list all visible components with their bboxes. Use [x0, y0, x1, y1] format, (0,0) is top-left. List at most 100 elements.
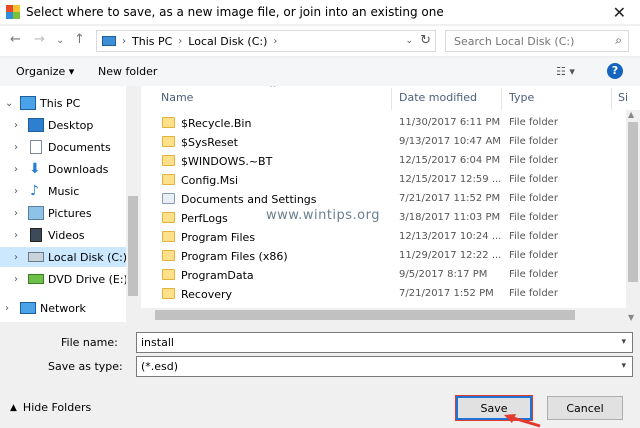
- column-divider[interactable]: [611, 88, 612, 110]
- expand-chevron-icon[interactable]: ›: [5, 303, 9, 314]
- file-type: File folder: [509, 269, 558, 280]
- chevron-up-icon: ▲: [10, 402, 17, 413]
- file-name-dropdown-chevron-icon[interactable]: ▾: [621, 337, 626, 347]
- nav-item-music[interactable]: › ♪ Music: [0, 181, 126, 201]
- folder-icon: [162, 117, 175, 128]
- file-row[interactable]: PerfLogs 3/18/2017 11:03 PM File folder: [157, 209, 617, 228]
- nav-item-label: This PC: [40, 96, 81, 110]
- folder-icon: [162, 155, 175, 166]
- nav-item-documents[interactable]: › Documents: [0, 137, 126, 157]
- save-as-type-label: Save as type:: [48, 360, 123, 373]
- refresh-icon[interactable]: ↻: [420, 33, 431, 48]
- nav-item-label: Documents: [48, 140, 111, 154]
- file-type: File folder: [509, 117, 558, 128]
- help-icon[interactable]: ?: [607, 63, 623, 79]
- annotation-arrow-icon: [504, 414, 541, 428]
- horizontal-scrollbar-thumb[interactable]: [155, 310, 575, 320]
- breadcrumb-chevron-icon[interactable]: ›: [178, 36, 182, 47]
- column-header-date[interactable]: Date modified: [399, 91, 477, 104]
- nav-item-label: Videos: [48, 228, 85, 242]
- file-row[interactable]: $WINDOWS.~BT 12/15/2017 6:04 PM File folde…: [157, 152, 617, 171]
- file-list-vertical-scrollbar[interactable]: ▲ ▼: [626, 110, 640, 322]
- file-type: File folder: [509, 136, 558, 147]
- save-as-type-value: (*.esd): [141, 360, 179, 373]
- breadcrumb-local-disk[interactable]: Local Disk (C:): [188, 35, 267, 48]
- column-header-size[interactable]: Si: [618, 91, 628, 104]
- search-box[interactable]: ⌕: [445, 30, 629, 52]
- search-icon[interactable]: ⌕: [615, 33, 622, 48]
- file-name: Documents and Settings: [181, 193, 317, 206]
- nav-item-this-pc[interactable]: ⌄ This PC: [0, 93, 126, 113]
- nav-item-pictures[interactable]: › Pictures: [0, 203, 126, 223]
- collapse-chevron-icon[interactable]: ⌄: [5, 98, 13, 109]
- new-folder-button[interactable]: New folder: [98, 65, 157, 78]
- desktop-icon: [28, 118, 44, 132]
- close-icon[interactable]: ✕: [613, 3, 626, 22]
- file-row[interactable]: $SysReset 9/13/2017 10:47 AM File folder: [157, 133, 617, 152]
- search-input[interactable]: [454, 31, 614, 51]
- nav-item-desktop[interactable]: › Desktop: [0, 115, 126, 135]
- forward-arrow-icon[interactable]: →: [34, 32, 45, 47]
- scroll-down-icon[interactable]: ▼: [628, 313, 634, 322]
- nav-item-local-disk[interactable]: › Local Disk (C:): [0, 247, 126, 267]
- back-arrow-icon[interactable]: ←: [10, 32, 21, 47]
- expand-chevron-icon[interactable]: ›: [14, 186, 18, 197]
- pictures-icon: [28, 206, 44, 220]
- recent-locations-chevron-icon[interactable]: ⌄: [56, 35, 64, 46]
- view-options-icon[interactable]: ☷ ▾: [556, 65, 575, 78]
- nav-scrollbar[interactable]: [126, 86, 140, 322]
- breadcrumb-chevron-icon[interactable]: ›: [122, 36, 126, 47]
- nav-item-dvd-drive[interactable]: › DVD Drive (E:) C(: [0, 269, 126, 289]
- address-bar[interactable]: › This PC › Local Disk (C:) › ⌄ ↻: [96, 30, 436, 52]
- vertical-scrollbar-thumb[interactable]: [628, 122, 638, 282]
- file-row[interactable]: Recovery 7/21/2017 1:52 PM File folder: [157, 285, 617, 304]
- file-name: Program Files: [181, 231, 256, 244]
- documents-icon: [30, 140, 42, 154]
- folder-icon: [162, 250, 175, 261]
- cancel-button[interactable]: Cancel: [547, 396, 623, 420]
- address-dropdown-chevron-icon[interactable]: ⌄: [405, 36, 413, 46]
- expand-chevron-icon[interactable]: ›: [14, 164, 18, 175]
- file-row[interactable]: $Recycle.Bin 11/30/2017 6:11 PM File folde…: [157, 114, 617, 133]
- file-name-field[interactable]: ▾: [136, 332, 633, 353]
- nav-scrollbar-thumb[interactable]: [128, 196, 138, 296]
- file-row[interactable]: Documents and Settings 7/21/2017 11:52 PM…: [157, 190, 617, 209]
- column-divider[interactable]: [501, 88, 502, 110]
- expand-chevron-icon[interactable]: ›: [14, 120, 18, 131]
- computer-icon: [20, 96, 36, 110]
- nav-item-videos[interactable]: › Videos: [0, 225, 126, 245]
- organize-button[interactable]: Organize ▾: [16, 65, 74, 78]
- file-date: 7/21/2017 11:52 PM: [399, 193, 501, 204]
- expand-chevron-icon[interactable]: ›: [14, 252, 18, 263]
- column-header-type[interactable]: Type: [509, 91, 534, 104]
- file-date: 9/13/2017 10:47 AM: [399, 136, 501, 147]
- column-divider[interactable]: [391, 88, 392, 110]
- file-name-input[interactable]: [141, 333, 611, 352]
- save-as-type-select[interactable]: (*.esd) ▾: [136, 356, 633, 377]
- file-list-horizontal-scrollbar[interactable]: [141, 308, 626, 322]
- breadcrumb-this-pc[interactable]: This PC: [132, 35, 172, 48]
- nav-item-label: Desktop: [48, 118, 94, 132]
- file-row[interactable]: Program Files 12/13/2017 10:24 ... File fo…: [157, 228, 617, 247]
- nav-item-downloads[interactable]: › ⬇ Downloads: [0, 159, 126, 179]
- folder-icon: [162, 288, 175, 299]
- up-arrow-icon[interactable]: ↑: [74, 32, 85, 47]
- expand-chevron-icon[interactable]: ›: [14, 142, 18, 153]
- file-row[interactable]: ProgramData 9/5/2017 8:17 PM File folder: [157, 266, 617, 285]
- hide-folders-button[interactable]: ▲ Hide Folders: [10, 401, 91, 414]
- scroll-up-icon[interactable]: ▲: [628, 110, 634, 119]
- breadcrumb-chevron-icon[interactable]: ›: [273, 36, 277, 47]
- nav-item-label: Downloads: [48, 162, 109, 176]
- expand-chevron-icon[interactable]: ›: [14, 208, 18, 219]
- videos-icon: [30, 228, 42, 242]
- file-date: 11/30/2017 6:11 PM: [399, 117, 501, 128]
- pc-location-icon: [102, 36, 116, 46]
- save-as-type-chevron-icon[interactable]: ▾: [621, 361, 626, 371]
- expand-chevron-icon[interactable]: ›: [14, 230, 18, 241]
- file-date: 12/15/2017 12:59 ...: [399, 174, 502, 185]
- file-row[interactable]: Config.Msi 12/15/2017 12:59 ... File folde…: [157, 171, 617, 190]
- expand-chevron-icon[interactable]: ›: [14, 274, 18, 285]
- file-row[interactable]: Program Files (x86) 11/29/2017 12:22 ... F…: [157, 247, 617, 266]
- column-header-name[interactable]: Name: [161, 91, 193, 104]
- nav-item-network[interactable]: › Network: [0, 298, 126, 318]
